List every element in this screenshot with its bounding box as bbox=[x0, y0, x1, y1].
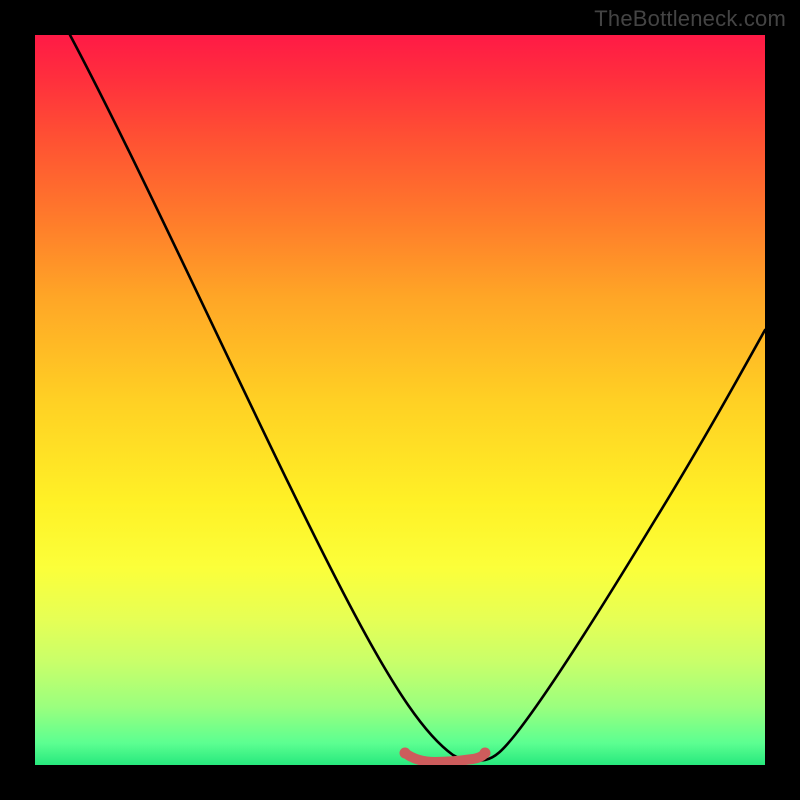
curve-layer bbox=[35, 35, 765, 765]
highlight-end-dot bbox=[480, 748, 491, 759]
plot-area bbox=[35, 35, 765, 765]
chart-frame: TheBottleneck.com bbox=[0, 0, 800, 800]
highlight-start-dot bbox=[400, 748, 411, 759]
highlight-flat bbox=[405, 753, 485, 762]
watermark-text: TheBottleneck.com bbox=[594, 6, 786, 32]
bottleneck-curve bbox=[70, 35, 765, 761]
